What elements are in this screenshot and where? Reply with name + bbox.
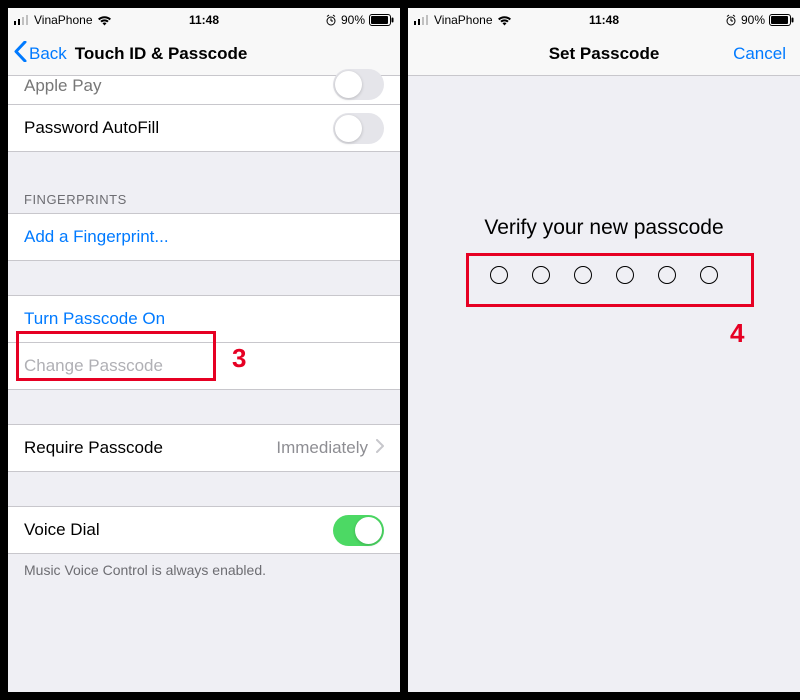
password-autofill-label: Password AutoFill (24, 118, 159, 138)
step-number-4: 4 (730, 318, 744, 349)
passcode-dot (658, 266, 676, 284)
verify-title: Verify your new passcode (408, 216, 800, 240)
row-password-autofill[interactable]: Password AutoFill (8, 104, 400, 152)
signal-icon (414, 15, 430, 25)
carrier-label: VinaPhone (434, 13, 493, 27)
chevron-left-icon (14, 41, 27, 67)
add-fingerprint-label: Add a Fingerprint... (24, 227, 169, 247)
status-bar: VinaPhone 11:48 90% (8, 8, 400, 32)
voice-dial-label: Voice Dial (24, 520, 100, 540)
clock: 11:48 (589, 13, 619, 27)
toggle-voice-dial[interactable] (333, 515, 384, 546)
passcode-dot (490, 266, 508, 284)
change-passcode-label: Change Passcode (24, 356, 163, 376)
chevron-right-icon (376, 438, 384, 458)
cancel-button[interactable]: Cancel (733, 44, 786, 64)
passcode-dot (532, 266, 550, 284)
row-require-passcode[interactable]: Require Passcode Immediately (8, 424, 400, 472)
require-passcode-label: Require Passcode (24, 438, 163, 458)
fingerprints-header: FINGERPRINTS (8, 186, 400, 213)
require-passcode-value: Immediately (276, 438, 368, 458)
toggle-password-autofill[interactable] (333, 113, 384, 144)
clock: 11:48 (189, 13, 219, 27)
battery-icon (369, 14, 394, 26)
status-bar: VinaPhone 11:48 90% (408, 8, 800, 32)
passcode-dots[interactable] (408, 266, 800, 284)
settings-content: Apple Pay Password AutoFill FINGERPRINTS… (8, 75, 400, 586)
alarm-icon (725, 14, 737, 26)
row-add-fingerprint[interactable]: Add a Fingerprint... (8, 213, 400, 261)
voice-dial-footer: Music Voice Control is always enabled. (8, 554, 400, 586)
wifi-icon (97, 15, 112, 26)
wifi-icon (497, 15, 512, 26)
back-label: Back (29, 44, 67, 64)
passcode-dot (700, 266, 718, 284)
carrier-label: VinaPhone (34, 13, 93, 27)
passcode-dot (574, 266, 592, 284)
battery-percent: 90% (741, 13, 765, 27)
row-change-passcode: Change Passcode (8, 342, 400, 390)
nav-bar: Set Passcode Cancel (408, 32, 800, 76)
row-apple-pay[interactable]: Apple Pay (8, 75, 400, 105)
signal-icon (14, 15, 30, 25)
battery-percent: 90% (341, 13, 365, 27)
back-button[interactable]: Back (14, 41, 67, 67)
passcode-dot (616, 266, 634, 284)
turn-passcode-on-label: Turn Passcode On (24, 309, 165, 329)
alarm-icon (325, 14, 337, 26)
battery-icon (769, 14, 794, 26)
set-passcode-content: Verify your new passcode (408, 76, 800, 284)
screen-set-passcode: VinaPhone 11:48 90% Set Passcode Cancel … (408, 8, 800, 692)
toggle-apple-pay[interactable] (333, 69, 384, 100)
row-voice-dial[interactable]: Voice Dial (8, 506, 400, 554)
screen-touchid-passcode: VinaPhone 11:48 90% Back Touch ID & Pass… (8, 8, 400, 692)
apple-pay-label: Apple Pay (24, 76, 102, 96)
row-turn-passcode-on[interactable]: Turn Passcode On (8, 295, 400, 343)
page-title: Set Passcode (549, 44, 660, 64)
page-title: Touch ID & Passcode (75, 44, 248, 64)
